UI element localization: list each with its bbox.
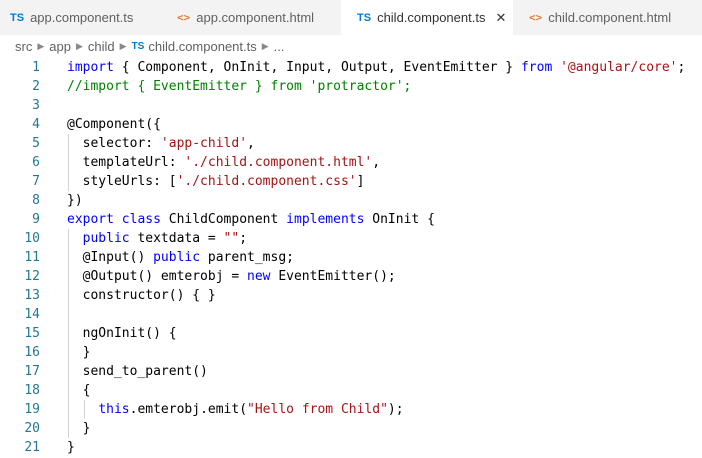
indent-guide — [68, 134, 69, 191]
line-number: 17 — [24, 364, 40, 379]
code-line[interactable]: 1 import { Component, OnInit, Input, Outp… — [0, 58, 702, 77]
line-number: 10 — [24, 231, 40, 246]
code-text: import { Component, OnInit, Input, Outpu… — [67, 60, 686, 75]
typescript-file-icon: TS — [131, 40, 145, 52]
breadcrumb-item-app[interactable]: app — [49, 39, 71, 54]
code-line[interactable]: 21} — [0, 438, 702, 457]
line-number: 2 — [32, 79, 40, 94]
line-number: 3 — [32, 98, 40, 113]
code-line[interactable]: 19 this.emterobj.emit("Hello from Child"… — [0, 400, 702, 419]
line-number: 1 — [32, 60, 40, 75]
code-line[interactable]: 15 ngOnInit() { — [0, 324, 702, 343]
line-number: 16 — [24, 345, 40, 360]
line-number: 12 — [24, 269, 40, 284]
code-line[interactable]: 7 styleUrls: ['./child.component.css'] — [0, 172, 702, 191]
code-line[interactable]: 16 } — [0, 343, 702, 362]
tab-child-component-html[interactable]: <> child.component.html — [513, 0, 702, 35]
breadcrumb: src ▶ app ▶ child ▶ TS child.component.t… — [0, 35, 702, 57]
line-number: 8 — [32, 193, 40, 208]
chevron-right-icon: ▶ — [119, 40, 127, 51]
html-file-icon: <> — [177, 11, 191, 24]
code-line[interactable]: 4 @Component({ — [0, 115, 702, 134]
line-number: 18 — [24, 383, 40, 398]
code-line[interactable]: 17 send_to_parent() — [0, 362, 702, 381]
editor-tab-bar: TS app.component.ts <> app.component.htm… — [0, 0, 702, 35]
code-text: styleUrls: ['./child.component.css'] — [67, 174, 365, 189]
close-tab-icon[interactable]: ✕ — [495, 10, 506, 26]
tab-label: child.component.ts — [377, 10, 486, 25]
code-line[interactable]: 12 @Output() emterobj = new EventEmitter… — [0, 267, 702, 286]
code-text: } — [67, 345, 91, 360]
tab-label: app.component.html — [196, 10, 315, 25]
breadcrumb-more[interactable]: ... — [274, 39, 285, 54]
code-text: @Input() public parent_msg; — [67, 250, 294, 265]
code-text: export class ChildComponent implements O… — [67, 212, 435, 227]
breadcrumb-item-file[interactable]: child.component.ts — [148, 39, 256, 54]
code-text: @Component({ — [67, 117, 161, 132]
line-number: 6 — [32, 155, 40, 170]
code-text: selector: 'app-child', — [67, 136, 255, 151]
line-number: 19 — [24, 402, 40, 417]
code-text: }) — [67, 193, 83, 208]
code-line[interactable]: 14 — [0, 305, 702, 324]
line-number: 13 — [24, 288, 40, 303]
code-text: { — [67, 383, 91, 398]
code-line[interactable]: 13 constructor() { } — [0, 286, 702, 305]
line-number: 11 — [24, 250, 40, 265]
code-text: send_to_parent() — [67, 364, 208, 379]
line-number: 14 — [24, 307, 40, 322]
code-line[interactable]: 18 { — [0, 381, 702, 400]
indent-guide — [84, 400, 85, 419]
line-number: 20 — [24, 421, 40, 436]
code-text: ngOnInit() { — [67, 326, 177, 341]
line-number: 9 — [32, 212, 40, 227]
code-line[interactable]: 11 @Input() public parent_msg; — [0, 248, 702, 267]
code-text: public textdata = ""; — [82, 231, 248, 246]
code-line[interactable]: 9 export class ChildComponent implements … — [0, 210, 702, 229]
code-line[interactable]: 10 public textdata = ""; — [0, 229, 702, 248]
breadcrumb-item-src[interactable]: src — [15, 39, 32, 54]
typescript-file-icon: TS — [357, 11, 372, 24]
code-line[interactable]: 2 //import { EventEmitter } from 'protrac… — [0, 77, 702, 96]
line-number: 4 — [32, 117, 40, 132]
code-text: constructor() { } — [67, 288, 216, 303]
chevron-right-icon: ▶ — [37, 40, 45, 51]
tab-app-component-html[interactable]: <> app.component.html — [155, 0, 341, 35]
code-text: templateUrl: './child.component.html', — [67, 155, 381, 170]
code-editor[interactable]: 1 import { Component, OnInit, Input, Outp… — [0, 57, 702, 458]
code-text: } — [67, 440, 75, 455]
code-line[interactable]: 5 selector: 'app-child', — [0, 134, 702, 153]
chevron-right-icon: ▶ — [75, 40, 83, 51]
indent-guide — [68, 229, 69, 438]
code-text: //import { EventEmitter } from 'protract… — [67, 79, 412, 94]
typescript-file-icon: TS — [10, 11, 25, 24]
line-number: 21 — [24, 440, 40, 455]
code-text: @Output() emterobj = new EventEmitter(); — [67, 269, 396, 284]
html-file-icon: <> — [529, 11, 543, 24]
code-text: this.emterobj.emit("Hello from Child"); — [98, 402, 404, 417]
code-line[interactable]: 3 — [0, 96, 702, 115]
code-line[interactable]: 8}) — [0, 191, 702, 210]
tab-label: child.component.html — [548, 10, 672, 25]
line-number: 5 — [32, 136, 40, 151]
code-line[interactable]: 20 } — [0, 419, 702, 438]
code-line[interactable]: 6 templateUrl: './child.component.html', — [0, 153, 702, 172]
tab-child-component-ts[interactable]: TS child.component.ts ✕ — [341, 0, 513, 35]
code-text: } — [67, 421, 91, 436]
line-number: 15 — [24, 326, 40, 341]
line-number: 7 — [32, 174, 40, 189]
chevron-right-icon: ▶ — [261, 40, 269, 51]
tab-label: app.component.ts — [30, 10, 134, 25]
tab-app-component-ts[interactable]: TS app.component.ts — [0, 0, 155, 35]
breadcrumb-item-child[interactable]: child — [88, 39, 115, 54]
